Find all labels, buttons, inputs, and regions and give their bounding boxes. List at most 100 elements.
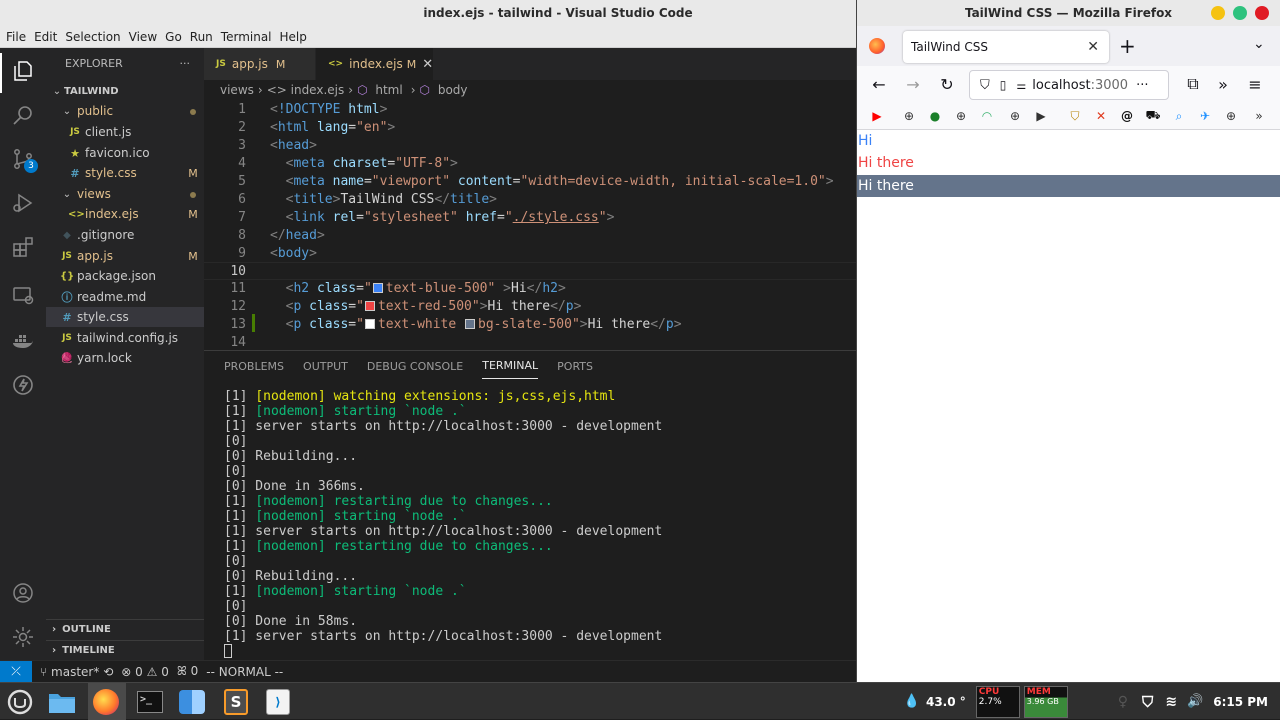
search-icon[interactable] (8, 100, 38, 130)
tree-file-favicon[interactable]: ★ favicon.ico (46, 143, 204, 163)
extensions-icon[interactable] (8, 232, 38, 262)
menu-help[interactable]: Help (276, 30, 311, 44)
tree-file-yarn-lock[interactable]: 🧶 yarn.lock (46, 348, 204, 368)
menu-selection[interactable]: Selection (61, 30, 124, 44)
breadcrumb-html[interactable]: ⬡ html (357, 83, 407, 97)
tree-file-readme[interactable]: ⓘ readme.md (46, 287, 204, 307)
globe-icon[interactable]: ⊕ (901, 108, 917, 124)
back-arrow-icon[interactable]: ← (869, 74, 889, 94)
tree-file-client-js[interactable]: JS client.js (46, 122, 204, 142)
overflow-chevron-icon[interactable]: » (1213, 74, 1233, 94)
play-icon[interactable]: ▶ (1033, 108, 1049, 124)
remote-indicator-icon[interactable]: ⤫ (0, 660, 32, 683)
menu-view[interactable]: View (125, 30, 161, 44)
tree-folder-public[interactable]: ⌄ public (46, 101, 204, 121)
workspace-root[interactable]: ⌄ TAILWIND (46, 81, 204, 101)
hamburger-menu-icon[interactable]: ≡ (1245, 74, 1265, 94)
menu-file[interactable]: File (2, 30, 30, 44)
terminal-output[interactable]: [1] [nodemon] watching extensions: js,cs… (224, 389, 662, 660)
mint-menu-icon[interactable] (4, 686, 36, 718)
terminal-icon[interactable]: >_ (134, 686, 166, 718)
globe-icon[interactable]: ⊕ (953, 108, 969, 124)
tree-file-public-style-css[interactable]: # style.css M (46, 163, 204, 183)
tree-file-tailwind-config[interactable]: JS tailwind.config.js (46, 328, 204, 348)
tree-file-style-css[interactable]: # style.css (46, 307, 204, 327)
tab-ports[interactable]: PORTS (557, 354, 593, 379)
vscode-taskbar-icon[interactable]: ⟩ (262, 686, 294, 718)
tab-index-ejs[interactable]: <> index.ejs M ✕ (316, 48, 434, 80)
new-tab-plus-icon[interactable]: + (1119, 34, 1136, 58)
code-editor[interactable]: 1 <!DOCTYPE html> 2 <html lang="en"> 3 <hea… (204, 100, 856, 346)
breadcrumb-views[interactable]: views (220, 83, 254, 97)
problems-status[interactable]: ⊗ 0 ⚠ 0 (121, 665, 169, 679)
maximize-button[interactable] (1233, 6, 1247, 20)
tab-problems[interactable]: PROBLEMS (224, 354, 284, 379)
remote-explorer-icon[interactable] (8, 280, 38, 310)
red-dot-bookmark-icon[interactable]: ● (927, 108, 943, 124)
more-bookmarks-chevron-icon[interactable]: » (1251, 108, 1267, 124)
explorer-more-button[interactable]: ··· (180, 57, 191, 70)
tree-file-package-json[interactable]: {} package.json (46, 266, 204, 286)
menu-terminal[interactable]: Terminal (217, 30, 276, 44)
tab-app-js[interactable]: JS app.js M (204, 48, 316, 80)
volume-icon[interactable]: 🔊 (1187, 694, 1203, 709)
ports-status[interactable]: ꕤ 0 (177, 664, 198, 679)
globe-icon[interactable]: ⊕ (1223, 108, 1239, 124)
at-sign-icon[interactable]: @ (1119, 108, 1135, 124)
tree-folder-views[interactable]: ⌄ views (46, 184, 204, 204)
page-actions-icon[interactable]: ··· (1136, 78, 1148, 93)
cpu-graph[interactable]: CPU 2.7% (975, 685, 1020, 718)
branch-status[interactable]: ⑂ master* ⟲ (40, 665, 113, 679)
browser-tab[interactable]: TailWind CSS ✕ (903, 31, 1109, 63)
tab-debug-console[interactable]: DEBUG CONSOLE (367, 354, 463, 379)
forward-arrow-icon[interactable]: → (903, 74, 923, 94)
outline-section[interactable]: › OUTLINE (46, 619, 204, 639)
tab-terminal[interactable]: TERMINAL (482, 353, 539, 379)
notification-bulb-icon[interactable]: ♀ (1118, 694, 1128, 710)
car-icon[interactable]: ⛟ (1145, 108, 1161, 124)
bird-icon[interactable]: ✈ (1197, 108, 1213, 124)
permissions-icon[interactable]: ⚌ (1016, 79, 1026, 92)
tree-file-gitignore[interactable]: ◆ .gitignore (46, 225, 204, 245)
tab-output[interactable]: OUTPUT (303, 354, 348, 379)
menu-run[interactable]: Run (186, 30, 217, 44)
timeline-section[interactable]: › TIMELINE (46, 640, 204, 660)
x-icon[interactable]: ✕ (1093, 108, 1109, 124)
minimize-button[interactable] (1211, 6, 1225, 20)
explorer-icon[interactable] (8, 56, 38, 86)
shield-icon[interactable]: ⛉ (980, 78, 990, 93)
source-control-icon[interactable]: 3 (8, 144, 38, 174)
list-tabs-chevron-icon[interactable]: ⌄ (1253, 36, 1265, 52)
shield-tray-icon[interactable]: ⛉ (1142, 693, 1153, 711)
thunder-client-icon[interactable] (8, 370, 38, 400)
youtube-icon[interactable]: ▶ (869, 108, 885, 124)
feather-icon[interactable]: ◠ (979, 108, 995, 124)
firefox-taskbar-icon[interactable] (90, 686, 122, 718)
clock[interactable]: 6:15 PM (1213, 695, 1268, 709)
menu-edit[interactable]: Edit (30, 30, 61, 44)
page-info-icon[interactable]: ▯ (1000, 78, 1007, 92)
accounts-icon[interactable] (8, 578, 38, 608)
globe-icon[interactable]: ⊕ (1007, 108, 1023, 124)
shield-badge-icon[interactable]: ⛉ (1067, 108, 1083, 124)
docker-icon[interactable] (8, 326, 38, 356)
menu-go[interactable]: Go (161, 30, 186, 44)
memory-graph[interactable]: MEM 3.96 GB (1023, 685, 1068, 718)
magnifier-icon[interactable]: ⌕ (1171, 108, 1187, 124)
breadcrumb-body[interactable]: ⬡ body (420, 83, 472, 97)
sublime-s-icon[interactable]: S (220, 686, 252, 718)
close-window-button[interactable] (1255, 6, 1269, 20)
manage-gear-icon[interactable] (8, 622, 38, 652)
close-tab-icon[interactable]: ✕ (1087, 39, 1099, 55)
extensions-puzzle-icon[interactable]: ⧉ (1183, 74, 1203, 94)
reload-icon[interactable]: ↻ (937, 74, 957, 94)
run-debug-icon[interactable] (8, 188, 38, 218)
breadcrumb-file[interactable]: <> index.ejs (267, 83, 345, 97)
files-folder-icon[interactable] (46, 686, 78, 718)
tree-file-app-js[interactable]: JS app.js M (46, 246, 204, 266)
wifi-icon[interactable]: ≋ (1165, 694, 1177, 710)
tree-file-index-ejs[interactable]: <> index.ejs M (46, 204, 204, 224)
firefox-view-icon[interactable] (869, 38, 885, 54)
finder-face-icon[interactable] (176, 686, 208, 718)
url-bar[interactable]: ⛉ ▯ ⚌ localhost:3000 ··· (969, 70, 1169, 100)
